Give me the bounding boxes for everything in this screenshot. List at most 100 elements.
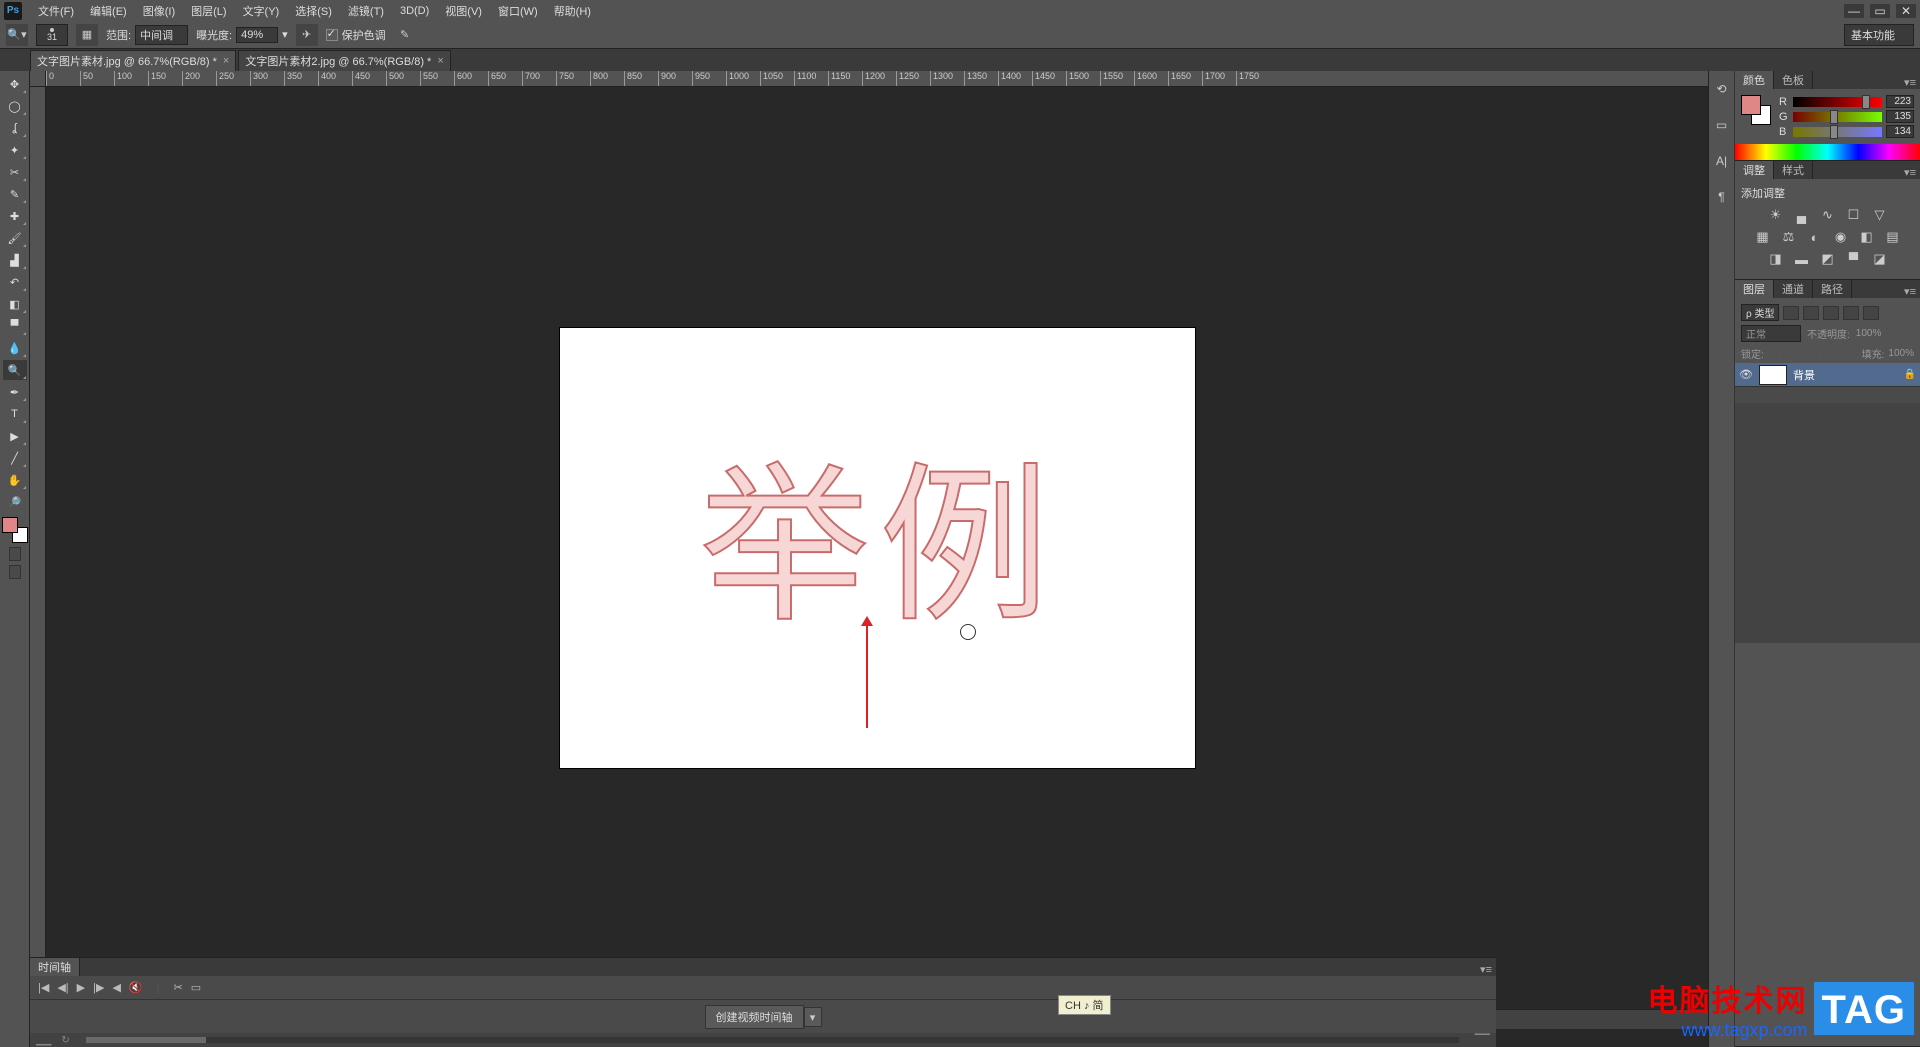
filter-pixel-icon[interactable] [1783,306,1799,320]
swatches-tab[interactable]: 色板 [1774,71,1813,89]
stamp-tool[interactable]: ▟ [3,250,27,270]
timeline-convert-icon[interactable]: ↻ [61,1035,69,1046]
lasso-tool[interactable]: ʆ [3,118,27,138]
timeline-zoom-out-icon[interactable]: ▁▁ [36,1035,51,1046]
selective-color-icon[interactable]: ◪ [1871,251,1889,267]
play-icon[interactable]: ▶ [77,981,85,994]
layers-tab[interactable]: 图层 [1735,280,1774,298]
hue-icon[interactable]: ▦ [1754,229,1772,245]
tablet-pressure-icon[interactable]: ✎ [394,24,416,46]
gradient-map-icon[interactable]: ▀ [1845,251,1863,267]
airbrush-toggle-icon[interactable]: ✈ [296,24,318,46]
posterize-icon[interactable]: ▬ [1793,251,1811,267]
hand-tool[interactable]: ✋ [3,470,27,490]
layers-panel-menu-icon[interactable]: ▾≡ [1900,285,1920,298]
last-frame-icon[interactable]: ◀ [112,981,120,994]
first-frame-icon[interactable]: |◀ [38,981,49,994]
workspace-switcher[interactable]: 基本功能 [1844,24,1914,46]
vibrance-icon[interactable]: ▽ [1871,207,1889,223]
split-icon[interactable]: ✂ [173,981,182,994]
layers-empty-area[interactable] [1735,403,1920,643]
filter-adj-icon[interactable] [1803,306,1819,320]
crop-tool[interactable]: ✂ [3,162,27,182]
next-frame-icon[interactable]: |▶ [93,981,104,994]
paths-tab[interactable]: 路径 [1813,280,1852,298]
protect-tones-checkbox[interactable] [326,29,338,41]
tab-close-icon[interactable]: × [223,55,229,67]
blend-mode-select[interactable]: 正常 [1741,325,1801,342]
menu-filter[interactable]: 滤镜(T) [340,1,392,21]
menu-edit[interactable]: 编辑(E) [82,1,135,21]
history-panel-icon[interactable]: ⟲ [1713,81,1731,97]
adjustments-panel-menu-icon[interactable]: ▾≡ [1900,166,1920,179]
artboard[interactable]: 举 举 例 例 [560,328,1195,768]
properties-panel-icon[interactable]: ▭ [1713,117,1731,133]
minimize-button[interactable]: — [1844,4,1864,18]
maximize-button[interactable]: ▭ [1870,4,1890,18]
lock-pixels-icon[interactable] [1785,348,1798,360]
layer-locked-icon[interactable]: 🔒 [1904,369,1916,380]
invert-icon[interactable]: ◨ [1767,251,1785,267]
move-tool[interactable]: ✥ [3,74,27,94]
curves-icon[interactable]: ∿ [1819,207,1837,223]
b-value-input[interactable]: 134 [1886,125,1914,138]
layer-row-background[interactable]: 👁 背景 🔒 [1735,363,1920,387]
audio-mute-icon[interactable]: 🔇 [129,981,143,994]
lock-transparent-icon[interactable] [1768,348,1781,360]
history-brush-tool[interactable]: ↶ [3,272,27,292]
menu-window[interactable]: 窗口(W) [490,1,546,21]
close-button[interactable]: ✕ [1896,4,1916,18]
photo-filter-icon[interactable]: ◉ [1832,229,1850,245]
menu-select[interactable]: 选择(S) [287,1,340,21]
styles-tab[interactable]: 样式 [1774,161,1813,179]
range-select[interactable]: 中间调 [135,25,188,45]
foreground-color-swatch[interactable] [2,517,18,533]
marquee-tool[interactable]: ◯ [3,96,27,116]
r-value-input[interactable]: 223 [1886,95,1914,108]
exposure-dropdown-icon[interactable]: ▾ [282,28,288,41]
threshold-icon[interactable]: ◩ [1819,251,1837,267]
fill-value[interactable]: 100% [1888,348,1914,359]
current-tool-icon[interactable]: 🔍▾ [6,24,28,46]
zoom-tool[interactable]: 🔎 [3,492,27,512]
layer-name-label[interactable]: 背景 [1793,367,1815,383]
g-slider[interactable] [1793,112,1882,122]
fg-swatch-icon[interactable] [1741,95,1761,115]
vertical-ruler[interactable] [30,87,46,1009]
lut-icon[interactable]: ▤ [1884,229,1902,245]
brightness-icon[interactable]: ☀ [1767,207,1785,223]
menu-file[interactable]: 文件(F) [30,1,82,21]
magic-wand-tool[interactable]: ✦ [3,140,27,160]
timeline-tab[interactable]: 时间轴 [30,958,80,976]
quick-mask-buttons[interactable] [9,547,21,561]
adjustments-tab[interactable]: 调整 [1735,161,1774,179]
eraser-tool[interactable]: ◧ [3,294,27,314]
eyedropper-tool[interactable]: ✎ [3,184,27,204]
spot-heal-tool[interactable]: ✚ [3,206,27,226]
type-tool[interactable]: T [3,404,27,424]
brush-tool[interactable]: 🖌 [3,228,27,248]
layer-thumbnail[interactable] [1759,365,1787,385]
menu-3d[interactable]: 3D(D) [392,3,437,19]
color-swatches[interactable] [2,517,28,543]
color-panel-menu-icon[interactable]: ▾≡ [1900,76,1920,89]
blur-tool[interactable]: 💧 [3,338,27,358]
pen-tool[interactable]: ✒ [3,382,27,402]
line-tool[interactable]: ╱ [3,448,27,468]
document-tab-1[interactable]: 文字图片素材.jpg @ 66.7%(RGB/8) * × [30,50,236,71]
dodge-tool[interactable]: 🔍 [3,360,27,380]
create-timeline-dropdown-icon[interactable]: ▾ [804,1007,822,1027]
color-panel-swatches[interactable] [1741,95,1771,125]
filter-smart-icon[interactable] [1863,306,1879,320]
b-slider[interactable] [1793,127,1882,137]
character-panel-icon[interactable]: A| [1713,153,1731,169]
standard-mode-icon[interactable] [9,547,21,561]
g-value-input[interactable]: 135 [1886,110,1914,123]
menu-help[interactable]: 帮助(H) [546,1,599,21]
channel-mixer-icon[interactable]: ◧ [1858,229,1876,245]
channels-tab[interactable]: 通道 [1774,280,1813,298]
screen-mode-button[interactable] [9,565,21,579]
ruler-origin[interactable] [30,71,46,87]
path-selection-tool[interactable]: ▶ [3,426,27,446]
lock-position-icon[interactable] [1802,348,1815,360]
